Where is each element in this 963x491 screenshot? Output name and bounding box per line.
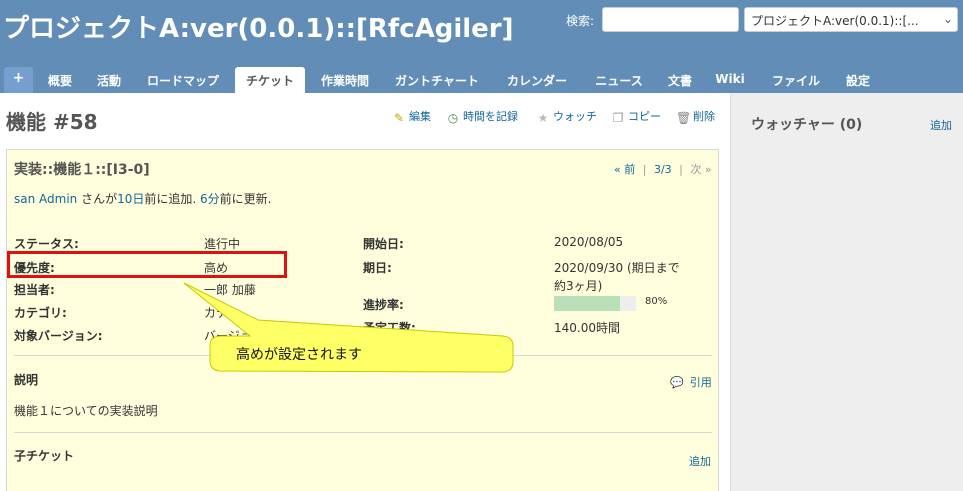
added-date-link[interactable]: 10日	[117, 192, 144, 206]
issue-subject: 実装::機能１::[I3-0]	[14, 162, 150, 178]
due-date-value: 2020/09/30 (期日まで	[554, 261, 680, 275]
chevron-down-icon: ⌄	[942, 12, 953, 26]
category-value: カテ	[204, 306, 229, 320]
callout-text: 高めが設定されます	[236, 347, 362, 363]
issue-heading: 機能 #58	[6, 110, 98, 134]
due-date-remaining: 約3ヶ月)	[554, 279, 603, 293]
trash-icon: 🗑	[676, 111, 692, 125]
description-text: 機能１についての実装説明	[14, 404, 158, 418]
tab-new[interactable]: +	[4, 67, 33, 93]
nav-separator: |	[679, 163, 683, 176]
edit-link[interactable]: ✎ 編集	[392, 108, 431, 125]
updated-date-link[interactable]: 6分	[200, 192, 220, 206]
main-menu: + 概要 活動 ロードマップ チケット 作業時間 ガントチャート カレンダー ニ…	[0, 67, 963, 93]
add-subtask-link[interactable]: 追加	[689, 453, 711, 469]
quote-label: 引用	[689, 376, 712, 389]
progress-fill	[554, 296, 620, 311]
project-jump-select[interactable]: プロジェクトA:ver(0.0.1)::[... ⌄	[744, 7, 958, 32]
status-value: 進行中	[204, 237, 241, 251]
tab-files[interactable]: ファイル	[764, 67, 828, 93]
subtasks-heading: 子チケット	[14, 449, 75, 463]
search-label: 検索:	[566, 14, 595, 28]
category-label: カテゴリ:	[14, 306, 67, 320]
next-issue-link: 次 »	[690, 163, 712, 176]
divider	[14, 355, 712, 356]
nav-separator: |	[642, 163, 647, 176]
log-time-link[interactable]: ◷ 時間を記録	[446, 108, 518, 125]
author-line: san Admin さんが10日前に追加. 6分前に更新.	[14, 190, 272, 207]
due-date-label: 期日:	[363, 261, 392, 275]
tab-time-entries[interactable]: 作業時間	[312, 67, 378, 93]
tab-calendar[interactable]: カレンダー	[497, 67, 577, 93]
start-date-label: 開始日:	[363, 237, 404, 251]
project-title[interactable]: プロジェクトA:ver(0.0.1)::[RfcAgiler]	[3, 8, 514, 45]
author-text: 前に更新.	[219, 192, 272, 206]
annotation-highlight-box	[7, 251, 287, 278]
tab-documents[interactable]: 文書	[660, 67, 700, 93]
author-text: 前に追加.	[144, 192, 201, 206]
star-icon: ★	[537, 111, 549, 125]
quote-link[interactable]: 💬 引用	[670, 374, 712, 390]
status-label: ステータス:	[14, 237, 79, 251]
start-date-value: 2020/08/05	[554, 235, 624, 249]
tab-news[interactable]: ニュース	[585, 67, 653, 93]
tab-activity[interactable]: 活動	[88, 67, 130, 93]
copy-link[interactable]: ❐ コピー	[611, 108, 661, 125]
progress-bar	[554, 296, 636, 311]
previous-issue-link[interactable]: « 前	[614, 163, 635, 176]
tab-wiki[interactable]: Wiki	[708, 67, 752, 93]
tab-issues[interactable]: チケット	[235, 67, 305, 93]
tab-roadmap[interactable]: ロードマップ	[136, 67, 230, 93]
clock-icon: ◷	[447, 111, 459, 125]
version-link[interactable]: バージョ	[204, 327, 252, 344]
sidebar	[730, 93, 963, 491]
search-input[interactable]	[602, 7, 739, 32]
watchers-heading: ウォッチャー (0)	[751, 117, 863, 133]
estimate-label: 予定工数:	[363, 321, 416, 335]
estimate-value: 140.00時間	[554, 321, 620, 335]
tab-gantt[interactable]: ガントチャート	[385, 67, 489, 93]
assignee-label: 担当者:	[14, 283, 55, 297]
tab-overview[interactable]: 概要	[40, 67, 80, 93]
copy-icon: ❐	[612, 111, 624, 125]
speech-bubble-icon: 💬	[670, 376, 684, 389]
tab-settings[interactable]: 設定	[836, 67, 880, 93]
progress-label: 進捗率:	[363, 298, 404, 312]
watch-link[interactable]: ★ ウォッチ	[536, 108, 597, 125]
divider	[14, 432, 712, 433]
assignee-link[interactable]: 一郎 加藤	[204, 281, 256, 298]
author-text: さんが	[77, 192, 118, 206]
author-link[interactable]: san Admin	[14, 192, 77, 206]
project-select-value: プロジェクトA:ver(0.0.1)::[...	[751, 14, 919, 28]
add-watcher-link[interactable]: 追加	[930, 117, 952, 133]
issue-position[interactable]: 3/3	[654, 163, 672, 176]
description-heading: 説明	[14, 373, 39, 387]
delete-link[interactable]: 🗑 削除	[676, 108, 715, 125]
issue-navigation: « 前 | 3/3 | 次 »	[614, 161, 712, 177]
version-label: 対象バージョン:	[14, 329, 103, 343]
pencil-icon: ✎	[393, 111, 405, 125]
progress-value: 80%	[645, 296, 668, 307]
